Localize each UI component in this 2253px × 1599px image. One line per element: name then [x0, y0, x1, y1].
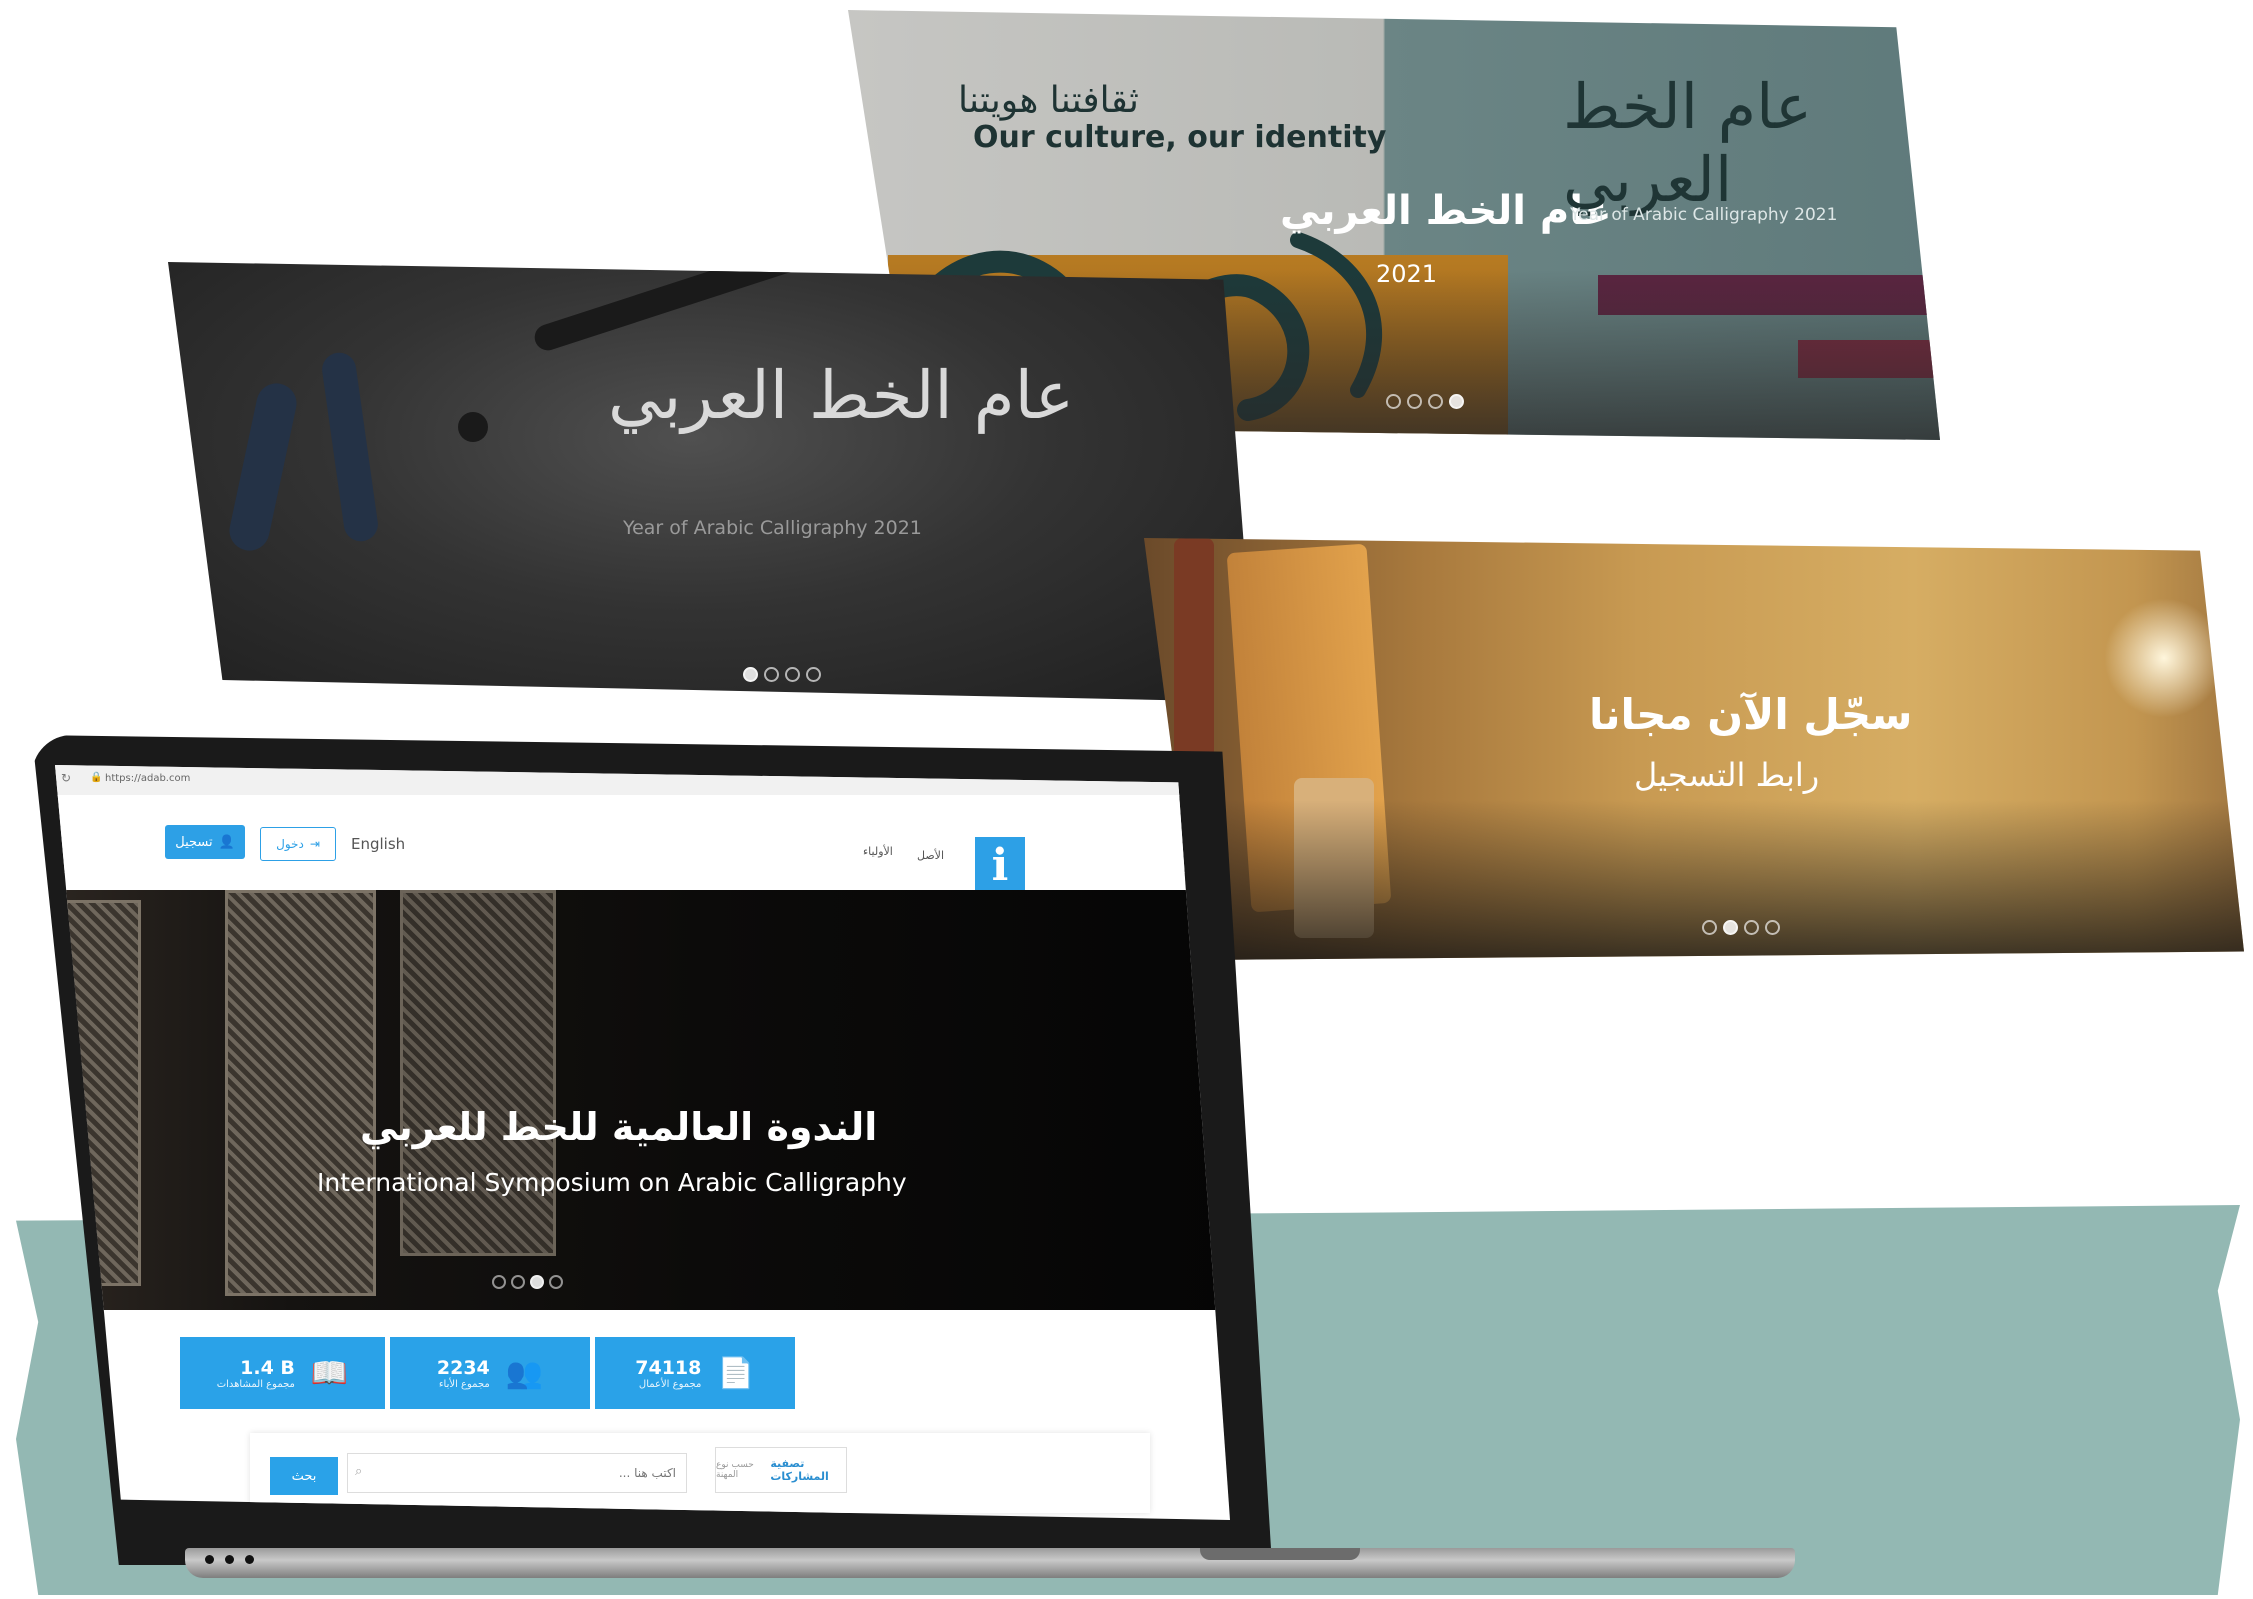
- carousel-dot[interactable]: [1428, 394, 1443, 409]
- hero-title-arabic: الندوة العالمية للخط للعربي: [360, 1105, 878, 1149]
- stat-label: مجموع المشاهدات: [216, 1378, 295, 1390]
- ink-dot: [458, 412, 488, 442]
- carousel-dot-active[interactable]: [530, 1275, 544, 1289]
- laptop-led: [225, 1555, 234, 1564]
- carousel-dots: [1702, 920, 1780, 935]
- search-button[interactable]: بحث: [270, 1457, 338, 1495]
- laptop-led: [205, 1555, 214, 1564]
- book-icon: 📖: [310, 1355, 349, 1391]
- logo-glyphs: عام الخط العربي: [1563, 70, 1812, 216]
- add-user-icon: 👤: [218, 834, 235, 850]
- carousel-dot[interactable]: [764, 667, 779, 682]
- carousel-dot[interactable]: [1407, 394, 1422, 409]
- laptop-base: [185, 1548, 1795, 1578]
- carousel-dot-active[interactable]: [743, 667, 758, 682]
- light-glow: [2104, 598, 2224, 718]
- lock-icon: 🔒: [90, 772, 103, 783]
- carousel-dot[interactable]: [492, 1275, 506, 1289]
- laptop-screen: ↻ 🔒 https://adab.com ⚷▣☆ تسجيل 👤 دخول ⇥ …: [55, 765, 1230, 1520]
- site-logo[interactable]: i: [975, 837, 1025, 893]
- laptop-notch: [1200, 1548, 1360, 1560]
- calligraphy-logo: عام الخط العربي: [1563, 70, 1940, 216]
- stat-label: مجموع الأعمال: [638, 1378, 702, 1390]
- carousel-dots: [1386, 394, 1464, 409]
- slide-year-of-calligraphy-dark: عام الخط العربي Year of Arabic Calligrap…: [168, 262, 1256, 702]
- search-input[interactable]: [347, 1453, 687, 1493]
- logo-letter: i: [991, 839, 1009, 891]
- carousel-dot[interactable]: [806, 667, 821, 682]
- carved-panel: [400, 890, 556, 1256]
- filter-title: تصفية المشاركات: [770, 1457, 829, 1483]
- stat-value: 1.4 B: [240, 1356, 295, 1379]
- stat-card-parents: 2234 مجموع الأباء 👥: [390, 1337, 590, 1409]
- filter-subtitle: حسب نوع المهنة: [716, 1460, 754, 1480]
- ink-stroke: [225, 379, 301, 555]
- language-switch[interactable]: English: [351, 835, 405, 853]
- carousel-dot[interactable]: [1386, 394, 1401, 409]
- stat-value: 2234: [436, 1356, 490, 1379]
- stat-card-works: 74118 مجموع الأعمال 📄: [595, 1337, 795, 1409]
- hero-carousel-dots: [492, 1275, 563, 1289]
- carousel-dot[interactable]: [1702, 920, 1717, 935]
- login-label: دخول: [276, 837, 304, 851]
- slide-year: 2021: [1376, 260, 1438, 288]
- laptop-led: [245, 1555, 254, 1564]
- slide-title-arabic: عام الخط العربي: [1280, 188, 1612, 234]
- nav-link-home[interactable]: الأصل: [917, 849, 944, 862]
- ink-stroke: [319, 350, 381, 544]
- signup-label: تسجيل: [175, 834, 213, 850]
- logo-caption: Year of Arabic Calligraphy 2021: [623, 517, 922, 539]
- filter-posts[interactable]: حسب نوع المهنة تصفية المشاركات: [715, 1447, 847, 1493]
- carousel-dot-active[interactable]: [1449, 394, 1464, 409]
- hero-carousel: [55, 890, 1230, 1310]
- signup-button[interactable]: تسجيل 👤: [165, 825, 245, 859]
- carousel-dot[interactable]: [1744, 920, 1759, 935]
- document-icon: 📄: [717, 1355, 755, 1391]
- carousel-dot[interactable]: [511, 1275, 525, 1289]
- login-button[interactable]: دخول ⇥: [260, 827, 336, 861]
- tagline-english: Our culture, our identity: [973, 120, 1387, 155]
- slide-register-now: سجّل الآن مجانا رابط التسجيل: [1144, 538, 2244, 960]
- stat-label: مجموع الأباء: [438, 1378, 490, 1390]
- users-icon: 👥: [505, 1355, 544, 1391]
- nav-link-parents[interactable]: الأولياء: [863, 845, 893, 858]
- register-heading: سجّل الآن مجانا: [1589, 690, 1913, 739]
- stat-value: 74118: [635, 1356, 702, 1379]
- stat-card-views: 1.4 B مجموع المشاهدات 📖: [180, 1337, 385, 1409]
- carousel-dots: [743, 667, 821, 682]
- tagline-arabic: ثقافتنا هويتنا: [958, 80, 1139, 121]
- carved-panel: [225, 890, 376, 1296]
- url-text[interactable]: https://adab.com: [105, 773, 190, 784]
- logo-caption: Year of Arabic Calligraphy 2021: [1570, 205, 1838, 225]
- calligraphy-logo: عام الخط العربي: [608, 357, 1074, 434]
- register-link[interactable]: رابط التسجيل: [1634, 756, 1819, 794]
- search-icon: ⌕: [355, 1464, 363, 1479]
- bottom-shade: [1144, 800, 2244, 960]
- ink-stroke: [531, 262, 825, 354]
- carousel-dot[interactable]: [549, 1275, 563, 1289]
- logo-glyphs: عام الخط العربي: [608, 357, 1075, 434]
- carousel-dot[interactable]: [1765, 920, 1780, 935]
- reload-icon[interactable]: ↻: [61, 771, 71, 785]
- hero-title-english: International Symposium on Arabic Callig…: [317, 1168, 907, 1197]
- login-icon: ⇥: [309, 837, 320, 851]
- carousel-dot-active[interactable]: [1723, 920, 1738, 935]
- carousel-dot[interactable]: [785, 667, 800, 682]
